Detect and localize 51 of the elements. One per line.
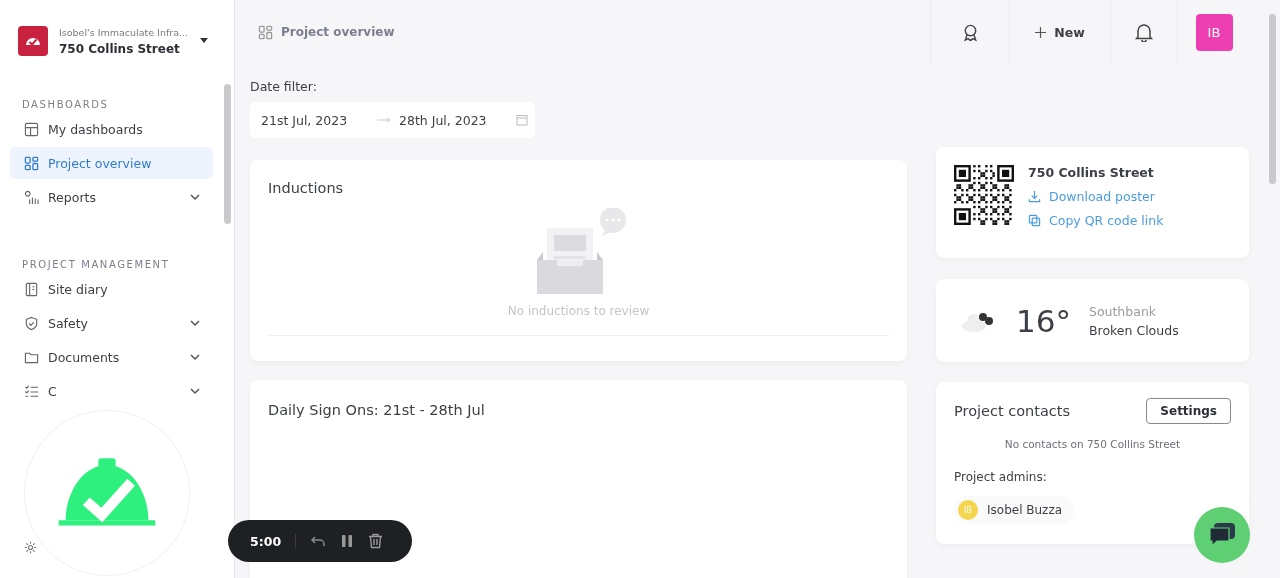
user-avatar[interactable]: IB [1195,13,1233,51]
checklist-icon [24,383,39,399]
card-title: 750 Collins Street [1028,165,1155,180]
section-heading: PROJECT MANAGEMENT [21,257,171,272]
admin-chip[interactable]: IB Isobel Buzza [954,496,1075,524]
trash-icon[interactable] [368,533,384,549]
recording-timer: 5:00 [250,533,297,549]
nav-item[interactable]: Project overview [10,147,213,179]
grid-icon [258,24,273,40]
app-logo [18,26,48,56]
chart-icon [24,189,39,205]
arrow-icon [377,117,391,123]
section-heading: DASHBOARDS [21,97,110,112]
nav-item[interactable]: My dashboards [10,113,213,145]
nav-item[interactable]: Safety [10,307,213,339]
nav-item[interactable]: Documents [10,341,213,373]
notebook-icon [24,281,39,297]
scrollbar[interactable] [1269,14,1276,184]
layout-icon [24,121,39,137]
pause-icon[interactable] [340,534,355,548]
nav-item[interactable]: Site diary [10,273,213,305]
nav-item[interactable]: Reports [10,181,213,213]
date-range-field[interactable]: 21st Jul, 2023 28th Jul, 2023 [250,102,535,138]
project-name: 750 Collins Street [59,42,180,56]
weather-location: Southbank [1088,303,1158,319]
copy-icon [1028,214,1041,227]
nav-item[interactable]: C [10,375,213,407]
admins-label: Project admins: [954,470,1048,484]
new-button[interactable]: New [1009,0,1110,64]
grid-icon [24,155,39,171]
breadcrumb: Project overview [281,25,395,39]
shield-icon [24,315,39,331]
field-label: Date filter: [250,79,318,94]
bell-icon[interactable] [1135,22,1153,42]
empty-message: No contacts on 750 Collins Street [1003,438,1182,450]
calendar-icon [516,114,528,126]
card-title: Inductions [268,180,345,196]
empty-message: No inductions to review [507,304,650,318]
scrollbar[interactable] [224,84,231,224]
download-icon [1028,190,1041,203]
weather-condition: Broken Clouds [1088,322,1179,338]
organisation-name: Isobel's Immaculate Infra... [59,26,189,40]
temperature: 16° [1016,302,1071,339]
caret-icon[interactable] [200,38,208,44]
plus-icon [1035,26,1047,38]
card-title: Daily Sign Ons: 21st - 28th Jul [268,402,485,418]
qr-code [954,165,1014,225]
chat-button[interactable] [1194,507,1250,563]
card-title: Project contacts [954,403,1071,419]
settings-button[interactable]: Settings [1146,398,1231,424]
undo-icon[interactable] [310,534,327,548]
